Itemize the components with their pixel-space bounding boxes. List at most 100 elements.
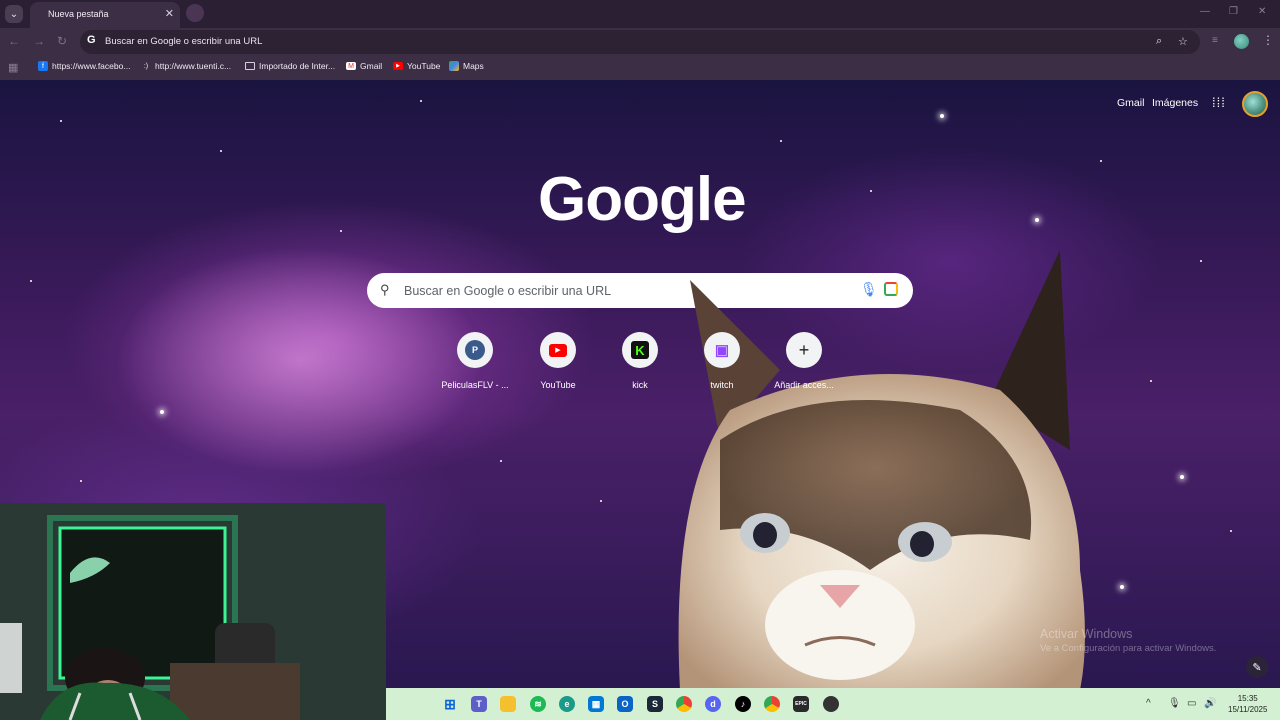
- tab-search-icon[interactable]: ≡: [1212, 35, 1218, 46]
- bookmark-label: YouTube: [407, 61, 441, 71]
- bookmark-youtube[interactable]: ▶ YouTube: [393, 61, 440, 71]
- edge-icon[interactable]: e: [559, 696, 575, 712]
- close-tab-icon[interactable]: ✕: [165, 7, 174, 20]
- tab-title: Nueva pestaña: [48, 9, 109, 19]
- watermark-subtitle: Ve a Configuración para activar Windows.: [1040, 643, 1217, 654]
- network-icon[interactable]: ▭: [1187, 698, 1196, 709]
- close-window-icon[interactable]: ✕: [1258, 6, 1266, 17]
- shortcut-label: twitch: [710, 380, 734, 390]
- bookmarks-bar: ▦ f https://www.facebo... :) http://www.…: [0, 56, 1280, 80]
- file-explorer-icon[interactable]: [500, 696, 516, 712]
- shortcut-label: PeliculasFLV - ...: [441, 380, 509, 390]
- bookmark-maps[interactable]: Maps: [449, 61, 484, 71]
- tiktok-icon[interactable]: ♪: [735, 696, 751, 712]
- google-logo: Google: [538, 165, 747, 234]
- star: [500, 460, 502, 462]
- star: [340, 230, 342, 232]
- address-bar[interactable]: G Buscar en Google o escribir una URL ⌕ …: [80, 30, 1200, 54]
- bookmark-folder-imported[interactable]: Importado de Inter...: [245, 61, 335, 71]
- shortcut-twitch[interactable]: ▣ twitch: [682, 332, 762, 390]
- maps-icon: [449, 61, 459, 71]
- account-avatar[interactable]: [1242, 91, 1268, 117]
- star: [1120, 585, 1124, 589]
- teams-icon[interactable]: T: [471, 696, 487, 712]
- zoom-icon[interactable]: ⌕: [1156, 35, 1162, 48]
- bookmark-label: Importado de Inter...: [259, 61, 336, 71]
- chrome-icon[interactable]: [676, 696, 692, 712]
- star: [1230, 530, 1232, 532]
- google-apps-icon[interactable]: ⁞⁞⁞: [1212, 95, 1226, 110]
- kick-icon: K: [631, 341, 649, 359]
- bookmark-label: http://www.tuenti.c...: [155, 61, 232, 71]
- customize-pencil-icon[interactable]: ✎: [1246, 656, 1268, 678]
- address-bar-text[interactable]: Buscar en Google o escribir una URL: [105, 36, 262, 47]
- reload-icon[interactable]: ↻: [57, 34, 67, 48]
- windows-start-icon[interactable]: ⊞: [442, 696, 458, 712]
- star: [870, 190, 872, 192]
- tuenti-icon: :): [143, 62, 149, 70]
- chrome-active-icon[interactable]: [823, 696, 839, 712]
- search-icon: ⚲: [380, 282, 390, 297]
- browser-toolbar: ← → ↻ G Buscar en Google o escribir una …: [0, 28, 1280, 56]
- facebook-icon: f: [38, 61, 48, 71]
- microsoft-store-icon[interactable]: ▦: [588, 696, 604, 712]
- cat-left-pupil: [753, 522, 777, 548]
- shortcut-label: kick: [632, 380, 648, 390]
- star: [1150, 380, 1152, 382]
- shortcut-icon: +: [786, 332, 822, 368]
- clock-date: 15/11/2025: [1228, 705, 1268, 714]
- twitch-icon: ▣: [714, 342, 730, 359]
- minimize-icon[interactable]: —: [1200, 6, 1210, 17]
- bookmark-star-icon[interactable]: ☆: [1178, 35, 1188, 48]
- star: [420, 100, 422, 102]
- back-icon[interactable]: ←: [8, 34, 20, 48]
- tab-search-button[interactable]: ⌄: [5, 5, 23, 23]
- star: [80, 480, 82, 482]
- new-tab-button[interactable]: [186, 4, 204, 22]
- shortcut-icon: K: [622, 332, 658, 368]
- volume-icon[interactable]: 🔊: [1204, 698, 1216, 709]
- restore-icon[interactable]: ❐: [1229, 6, 1238, 17]
- epic-games-icon[interactable]: EPIC: [793, 696, 809, 712]
- gmail-link[interactable]: Gmail: [1117, 97, 1144, 109]
- star: [160, 410, 164, 414]
- shortcut-kick[interactable]: K kick: [600, 332, 680, 390]
- tab-new-tab[interactable]: Nueva pestaña ✕: [30, 2, 180, 28]
- bookmark-facebook[interactable]: f https://www.facebo...: [38, 61, 130, 71]
- outlook-icon[interactable]: O: [617, 696, 633, 712]
- system-clock[interactable]: 15:35 15/11/2025: [1228, 693, 1267, 715]
- star: [30, 280, 32, 282]
- chrome-profile-icon[interactable]: [764, 696, 780, 712]
- shortcut-youtube[interactable]: ▶ YouTube: [518, 332, 598, 390]
- gmail-icon: M: [346, 62, 356, 70]
- profile-avatar[interactable]: [1234, 34, 1249, 49]
- webcam-video: [0, 503, 386, 720]
- grumpy-cat-image: [678, 250, 1085, 688]
- google-g-icon: G: [87, 34, 96, 46]
- watermark-title: Activar Windows: [1040, 627, 1133, 641]
- tray-overflow-icon[interactable]: ^: [1146, 698, 1151, 709]
- search-input[interactable]: Buscar en Google o escribir una URL: [404, 284, 611, 298]
- microphone-icon[interactable]: 🎙: [1168, 698, 1181, 709]
- discord-icon[interactable]: d: [705, 696, 721, 712]
- bookmark-label: Gmail: [360, 61, 383, 71]
- add-icon: +: [798, 339, 810, 360]
- shortcut-icon: P: [457, 332, 493, 368]
- shortcut-peliculasflv[interactable]: P PeliculasFLV - ...: [435, 332, 515, 390]
- apps-grid-icon[interactable]: ▦: [8, 61, 18, 74]
- menu-icon[interactable]: ⋮: [1262, 33, 1274, 47]
- star: [1100, 160, 1102, 162]
- images-link[interactable]: Imágenes: [1152, 97, 1198, 109]
- youtube-icon: ▶: [393, 62, 403, 70]
- bookmark-gmail[interactable]: M Gmail: [346, 61, 382, 71]
- shortcut-label: YouTube: [540, 380, 576, 390]
- bookmark-label: Maps: [463, 61, 484, 71]
- bookmark-tuenti[interactable]: :) http://www.tuenti.c...: [141, 61, 231, 71]
- windows-taskbar: ⊞ T ≋ e ▦ O S d ♪ EPIC ^ 🎙 ▭ 🔊 15:35 15/…: [386, 688, 1280, 720]
- forward-icon[interactable]: →: [33, 34, 45, 48]
- shortcut-add[interactable]: + Añadir acces...: [764, 332, 844, 390]
- steam-icon[interactable]: S: [647, 696, 663, 712]
- star: [600, 500, 602, 502]
- youtube-icon: ▶: [549, 343, 567, 357]
- spotify-icon[interactable]: ≋: [530, 696, 546, 712]
